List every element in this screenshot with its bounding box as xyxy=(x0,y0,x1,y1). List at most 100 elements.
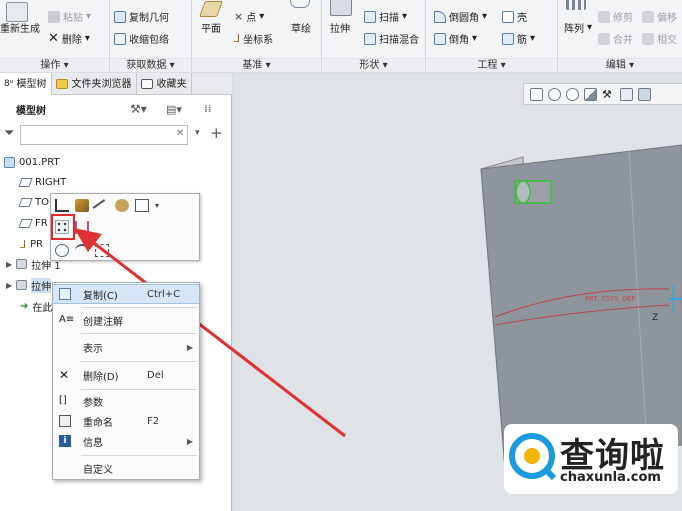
intersect-icon xyxy=(642,32,654,45)
expand-arrow-icon[interactable]: ▶ xyxy=(6,281,12,290)
intersect-button[interactable]: 相交 xyxy=(642,31,677,46)
mini-toolbar-row-3 xyxy=(55,241,109,259)
shrinkwrap-button[interactable]: 收缩包络 xyxy=(114,31,169,46)
tree-item-prt-csys[interactable]: ⅃ PR xyxy=(20,235,43,253)
menu-separator xyxy=(81,307,197,308)
tree-item-insert-here[interactable]: ➔ 在此 xyxy=(20,297,52,315)
menu-item-customize[interactable]: 自定义 xyxy=(53,458,199,478)
menu-item-info[interactable]: i 信息 ▶ xyxy=(53,431,199,451)
mirror-icon[interactable] xyxy=(75,220,89,234)
menu-item-copy[interactable]: 复制(C) Ctrl+C xyxy=(53,284,199,304)
model-cylinder-end xyxy=(515,180,531,204)
csys-label: PRT_CSYS_DEF xyxy=(585,295,636,303)
edit-definition-icon[interactable] xyxy=(75,198,89,212)
folder-icon xyxy=(56,79,69,89)
extrude-feature-icon xyxy=(16,280,28,290)
merge-button[interactable]: 合并 xyxy=(598,31,633,46)
tree-options-icon[interactable]: ⁞⁞ xyxy=(204,104,212,115)
edit-dimensions-icon[interactable] xyxy=(55,198,69,212)
paste-icon xyxy=(48,10,60,23)
watermark: 查询啦 chaxunla.com xyxy=(504,424,678,494)
menu-item-create-annotation[interactable]: A≡ 创建注解 xyxy=(53,310,199,330)
paste-button[interactable]: 粘贴 ▾ xyxy=(48,9,91,24)
pattern-button[interactable]: 阵列 ▾ xyxy=(564,20,592,35)
menu-separator xyxy=(81,455,197,456)
regenerate-button[interactable]: 重新生成 xyxy=(0,20,40,35)
csys-button[interactable]: ⅃ 坐标系 xyxy=(234,31,273,46)
menu-separator xyxy=(81,389,197,390)
menu-item-represent[interactable]: 表示 ▶ xyxy=(53,337,199,357)
tab-favorites[interactable]: 收藏夹 xyxy=(137,73,193,95)
point-button[interactable]: × 点 ▾ xyxy=(234,9,264,24)
csys-icon: ⅃ xyxy=(234,32,241,45)
clear-search-icon[interactable]: ✕ xyxy=(176,128,184,139)
tree-item-right-plane[interactable]: RIGHT xyxy=(18,173,66,191)
copy-geometry-icon xyxy=(114,10,126,23)
extrude-icon xyxy=(330,0,352,16)
group-datum: 平面 × 点 ▾ ⅃ 坐标系 草绘 基准 ▾ xyxy=(192,0,322,72)
appearance-icon[interactable] xyxy=(115,198,129,212)
group-operations-label: 操作 ▾ xyxy=(0,58,109,72)
model-tree-icon: 8ᵒ xyxy=(4,78,14,89)
edit-references-icon[interactable] xyxy=(92,198,112,218)
axis-label: Z xyxy=(652,313,659,323)
rib-icon xyxy=(502,32,514,45)
tree-item-part[interactable]: 001.PRT xyxy=(4,153,60,171)
search-input[interactable] xyxy=(20,125,188,145)
menu-item-rename[interactable]: 重命名 F2 xyxy=(53,411,199,431)
shell-button[interactable]: 壳 xyxy=(502,9,527,24)
chamfer-button[interactable]: 倒角 ▾ xyxy=(434,31,477,46)
rib-button[interactable]: 筋 ▾ xyxy=(502,31,535,46)
delete-icon: ✕ xyxy=(59,368,70,382)
tab-model-tree[interactable]: 8ᵒ 模型树 xyxy=(0,73,53,95)
swept-blend-button[interactable]: 扫描混合 xyxy=(364,31,419,46)
tree-item-front-plane[interactable]: FR xyxy=(18,214,48,232)
info-icon: i xyxy=(59,435,71,447)
filter-icon[interactable]: ⏷ xyxy=(4,126,14,141)
copy-geometry-button[interactable]: 复制几何 xyxy=(114,9,169,24)
shell-icon xyxy=(502,10,514,23)
pattern-ref-icon[interactable] xyxy=(135,198,149,212)
shrinkwrap-icon xyxy=(114,32,126,45)
delete-button[interactable]: ✕ 删除 ▾ xyxy=(48,31,90,46)
suppress-icon[interactable] xyxy=(95,243,109,257)
sketch-button[interactable]: 草绘 xyxy=(291,20,311,35)
tree-header: 模型树 ⚒▾ ▤▾ ⁞⁞ xyxy=(0,97,232,121)
chamfer-icon xyxy=(434,32,446,45)
pattern-icon xyxy=(566,0,586,10)
expand-arrow-icon[interactable]: ▶ xyxy=(6,260,12,269)
menu-item-delete[interactable]: ✕ 删除(D) Del xyxy=(53,365,199,385)
plane-button[interactable]: 平面 xyxy=(201,20,221,35)
menu-separator xyxy=(81,361,197,362)
round-button[interactable]: 倒圆角 ▾ xyxy=(434,9,487,24)
sweep-button[interactable]: 扫描 ▾ xyxy=(364,9,407,24)
part-icon xyxy=(4,156,15,168)
sketch-icon xyxy=(290,0,310,8)
tree-item-extrude-2[interactable]: ▶ 拉伸 xyxy=(6,276,52,294)
round-icon xyxy=(434,10,446,23)
zoom-to-selected-icon[interactable] xyxy=(55,243,69,257)
search-dropdown-icon[interactable]: ▾ xyxy=(195,128,200,138)
tree-settings-icon[interactable]: ⚒▾ xyxy=(130,102,147,116)
menu-separator xyxy=(81,333,197,334)
extrude-button[interactable]: 拉伸 xyxy=(330,20,350,35)
tab-folder-browser[interactable]: 文件夹浏览器 xyxy=(52,73,138,95)
panel-tabs: 8ᵒ 模型树 文件夹浏览器 收藏夹 xyxy=(0,73,232,95)
add-filter-icon[interactable]: + xyxy=(210,124,223,142)
mini-dropdown-icon[interactable]: ▾ xyxy=(155,201,159,210)
offset-button[interactable]: 偏移 xyxy=(642,9,677,24)
rename-icon xyxy=(59,415,71,427)
trim-button[interactable]: 修剪 xyxy=(598,9,633,24)
menu-item-parameters[interactable]: [] 参数 xyxy=(53,391,199,411)
group-datum-label: 基准 ▾ xyxy=(192,58,321,72)
plane-icon xyxy=(199,1,223,17)
context-menu: 复制(C) Ctrl+C A≡ 创建注解 表示 ▶ ✕ 删除(D) Del []… xyxy=(52,282,200,480)
annotation-icon: A≡ xyxy=(59,314,75,325)
delete-icon: ✕ xyxy=(48,31,59,46)
group-get-data: 复制几何 收缩包络 获取数据 ▾ xyxy=(110,0,192,72)
swept-blend-icon xyxy=(364,32,376,45)
tree-columns-icon[interactable]: ▤▾ xyxy=(166,103,182,116)
filter-row: ⏷ ✕ ▾ + xyxy=(0,123,232,147)
tree-item-top-plane[interactable]: TO xyxy=(18,193,49,211)
hide-icon[interactable] xyxy=(75,243,89,257)
